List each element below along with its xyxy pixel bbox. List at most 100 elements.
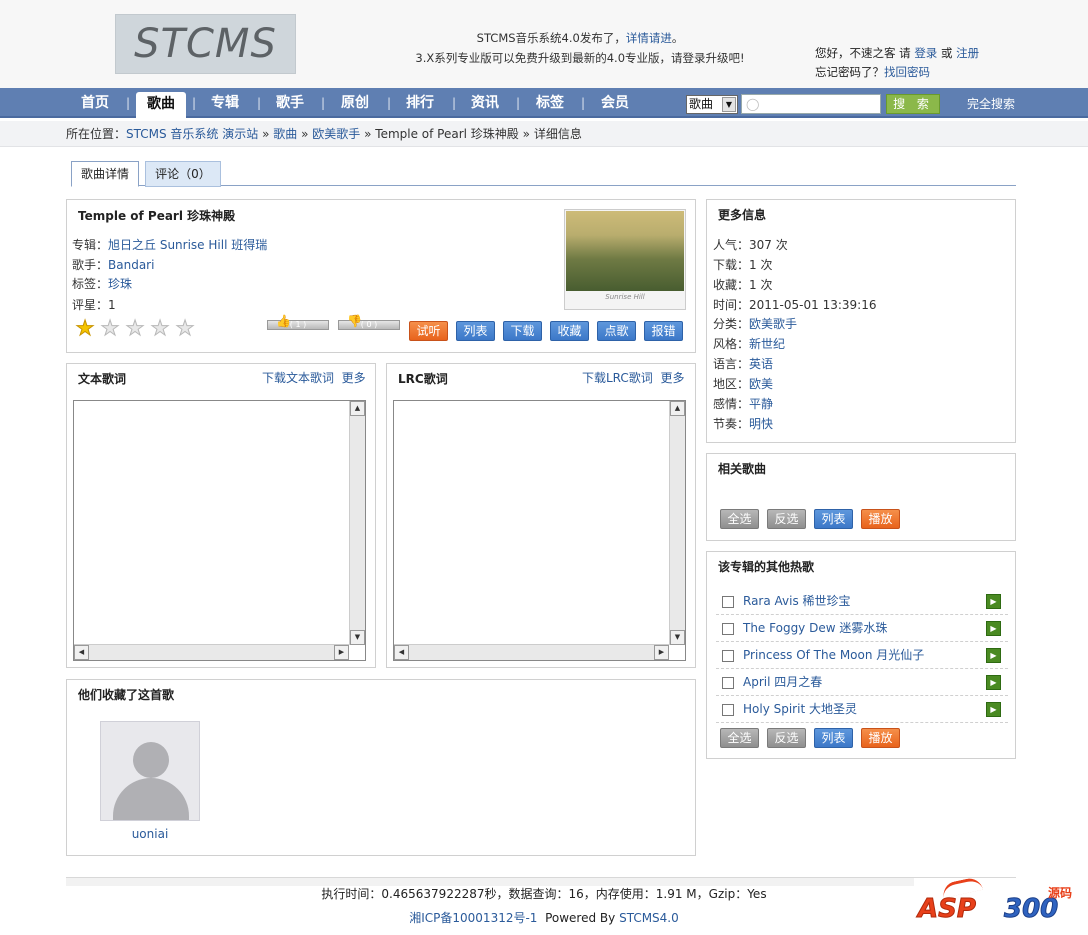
song-checkbox[interactable] (722, 650, 734, 662)
info-link[interactable]: 平静 (749, 397, 773, 411)
recover-password-link[interactable]: 找回密码 (884, 65, 930, 79)
text-lyrics-area[interactable]: ▲ ▼ ◀ ▶ (73, 400, 366, 661)
icp-link[interactable]: 湘ICP备10001312号-1 (409, 911, 537, 925)
add-to-list-button[interactable]: 列表 (814, 509, 853, 529)
tab-comments[interactable]: 评论（0） (145, 161, 221, 187)
tab-song-details[interactable]: 歌曲详情 (71, 161, 139, 187)
nav-item-songs[interactable]: 歌曲 (136, 92, 186, 120)
register-link[interactable]: 注册 (956, 46, 979, 60)
star-icon[interactable]: ★ (124, 317, 146, 340)
info-label: 风格： (713, 337, 750, 351)
collector-username[interactable]: uoniai (100, 826, 200, 842)
select-all-button[interactable]: 全选 (720, 509, 759, 529)
album-link[interactable]: 旭日之丘 Sunrise Hill 班得瑞 (108, 238, 267, 252)
info-link[interactable]: 新世纪 (749, 337, 785, 351)
scroll-down-icon[interactable]: ▼ (670, 630, 685, 645)
invert-select-button[interactable]: 反选 (767, 509, 806, 529)
song-checkbox[interactable] (722, 623, 734, 635)
nav-item-albums[interactable]: 专辑 (202, 88, 248, 118)
star-icon[interactable]: ★ (74, 317, 96, 340)
text-lyrics-more-link[interactable]: 更多 (342, 371, 366, 385)
scroll-left-icon[interactable]: ◀ (394, 645, 409, 660)
login-link[interactable]: 登录 (914, 46, 937, 60)
song-link[interactable]: Princess Of The Moon 月光仙子 (743, 647, 924, 663)
nav-item-singers[interactable]: 歌手 (267, 88, 313, 118)
play-icon[interactable]: ▶ (986, 648, 1001, 663)
breadcrumb-category[interactable]: 欧美歌手 (312, 127, 360, 141)
report-error-button[interactable]: 报错 (644, 321, 683, 341)
nav-item-original[interactable]: 原创 (332, 88, 378, 118)
play-icon[interactable]: ▶ (986, 675, 1001, 690)
info-row: 风格：新世纪 (713, 334, 785, 354)
horizontal-scrollbar[interactable]: ◀ ▶ (394, 644, 669, 660)
horizontal-scrollbar[interactable]: ◀ ▶ (74, 644, 349, 660)
scroll-up-icon[interactable]: ▲ (670, 401, 685, 416)
nav-item-home[interactable]: 首页 (72, 88, 118, 118)
album-cover[interactable]: Sunrise Hill (564, 209, 686, 310)
song-link[interactable]: The Foggy Dew 迷雾水珠 (743, 620, 887, 636)
favorite-button[interactable]: 收藏 (550, 321, 589, 341)
breadcrumb-page: 详细信息 (533, 127, 582, 141)
lrc-lyrics-more-link[interactable]: 更多 (660, 371, 684, 385)
rating-stars[interactable]: ★ ★ ★ ★ ★ (74, 317, 196, 340)
info-link[interactable]: 明快 (749, 417, 773, 431)
play-button[interactable]: 播放 (861, 509, 900, 529)
scroll-right-icon[interactable]: ▶ (654, 645, 669, 660)
request-song-button[interactable]: 点歌 (597, 321, 636, 341)
info-link[interactable]: 欧美歌手 (749, 317, 797, 331)
invert-select-button[interactable]: 反选 (767, 728, 806, 748)
nav-item-rank[interactable]: 排行 (397, 88, 443, 118)
dislike-button[interactable]: 👎( 0 ) (338, 315, 400, 330)
play-button[interactable]: 播放 (861, 728, 900, 748)
song-link[interactable]: Rara Avis 稀世珍宝 (743, 593, 851, 609)
avatar[interactable] (100, 721, 200, 821)
play-icon[interactable]: ▶ (986, 621, 1001, 636)
nav-item-members[interactable]: 会员 (592, 88, 638, 118)
nav-item-news[interactable]: 资讯 (462, 88, 508, 118)
collectors-title: 他们收藏了这首歌 (78, 688, 175, 702)
song-link[interactable]: April 四月之春 (743, 674, 822, 690)
search-type-select[interactable]: 歌曲 ▼ (686, 95, 738, 114)
like-button[interactable]: 👍( 1 ) (267, 315, 329, 330)
select-all-button[interactable]: 全选 (720, 728, 759, 748)
vertical-scrollbar[interactable]: ▲ ▼ (349, 401, 365, 645)
add-to-list-button[interactable]: 列表 (814, 728, 853, 748)
breadcrumb-songs[interactable]: 歌曲 (273, 127, 297, 141)
announcement-details-link[interactable]: 详情请进 (626, 31, 672, 45)
site-logo[interactable]: STCMS (115, 14, 296, 74)
lrc-lyrics-area[interactable]: ▲ ▼ ◀ ▶ (393, 400, 686, 661)
listen-button[interactable]: 试听 (409, 321, 448, 341)
scroll-down-icon[interactable]: ▼ (350, 630, 365, 645)
info-link[interactable]: 英语 (749, 357, 773, 371)
vertical-scrollbar[interactable]: ▲ ▼ (669, 401, 685, 645)
download-lrc-lyrics-link[interactable]: 下载LRC歌词 (582, 371, 653, 385)
info-link[interactable]: 欧美 (749, 377, 773, 391)
scroll-left-icon[interactable]: ◀ (74, 645, 89, 660)
info-value: 2011-05-01 13:39:16 (749, 298, 877, 312)
download-text-lyrics-link[interactable]: 下载文本歌词 (262, 371, 334, 385)
song-link[interactable]: Holy Spirit 大地圣灵 (743, 701, 857, 717)
scroll-up-icon[interactable]: ▲ (350, 401, 365, 416)
tag-link[interactable]: 珍珠 (108, 277, 132, 291)
singer-link[interactable]: Bandari (108, 258, 154, 272)
nav-separator: | (387, 96, 392, 110)
advanced-search-link[interactable]: 完全搜索 (967, 95, 1015, 113)
star-icon[interactable]: ★ (99, 317, 121, 340)
powered-by-link[interactable]: STCMS4.0 (619, 911, 679, 925)
star-icon[interactable]: ★ (149, 317, 171, 340)
scroll-right-icon[interactable]: ▶ (334, 645, 349, 660)
breadcrumb-site[interactable]: STCMS 音乐系统 演示站 (126, 127, 258, 141)
song-checkbox[interactable] (722, 677, 734, 689)
play-icon[interactable]: ▶ (986, 594, 1001, 609)
song-checkbox[interactable] (722, 704, 734, 716)
search-input[interactable]: ◯ (741, 94, 881, 114)
playlist-button[interactable]: 列表 (456, 321, 495, 341)
search-button[interactable]: 搜 索 (886, 94, 940, 114)
breadcrumb-prefix: 所在位置： (66, 127, 127, 141)
star-icon[interactable]: ★ (174, 317, 196, 340)
download-button[interactable]: 下载 (503, 321, 542, 341)
nav-item-tags[interactable]: 标签 (527, 88, 573, 118)
play-icon[interactable]: ▶ (986, 702, 1001, 717)
song-checkbox[interactable] (722, 596, 734, 608)
user-box: 您好，不速之客 请 登录 或 注册 忘记密码了？找回密码 (815, 44, 979, 82)
